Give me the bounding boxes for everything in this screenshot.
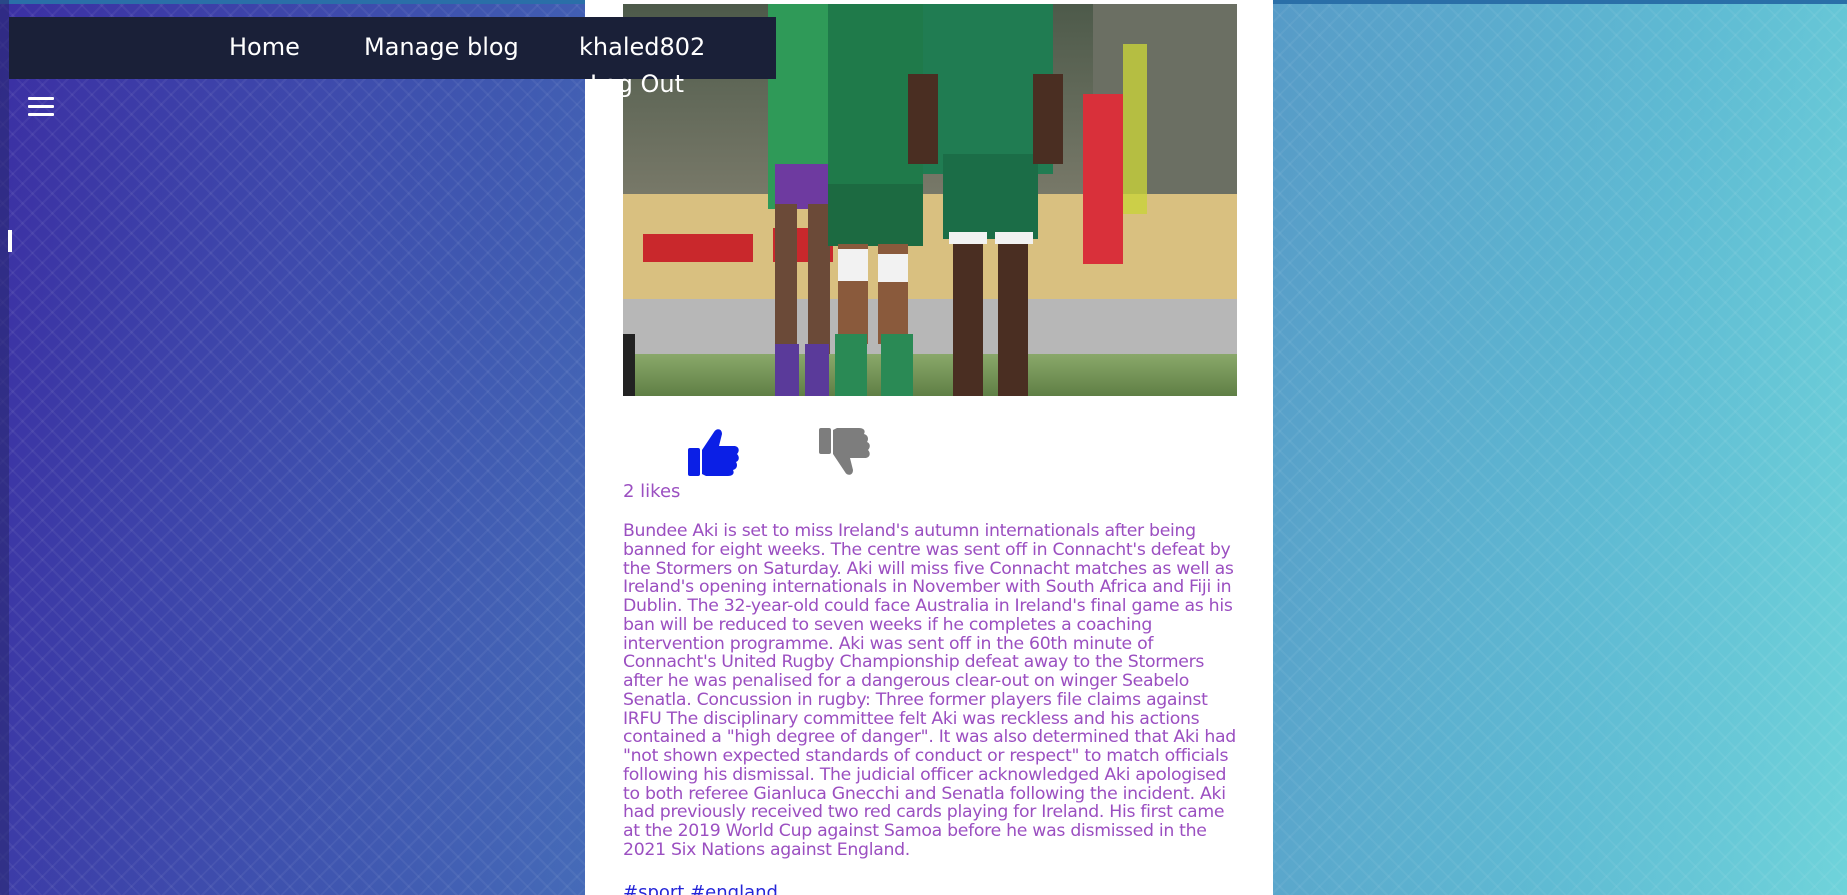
tag-england-link[interactable]: #england xyxy=(690,882,778,895)
like-button[interactable] xyxy=(686,426,740,478)
left-edge-bar xyxy=(0,0,9,895)
post-body-text: Bundee Aki is set to miss Ireland's autu… xyxy=(623,521,1236,860)
left-edge-marker xyxy=(8,230,12,252)
thumbs-up-icon xyxy=(688,429,739,476)
blog-post-card: 2 likes Bundee Aki is set to miss Irelan… xyxy=(585,0,1273,895)
post-tags: #sport #england xyxy=(623,882,778,895)
nav-manage-blog-link[interactable]: Manage blog xyxy=(364,33,519,61)
tag-sport-link[interactable]: #sport xyxy=(623,882,684,895)
dislike-button[interactable] xyxy=(817,426,871,478)
likes-count: 2 likes xyxy=(623,481,681,502)
hamburger-menu-icon[interactable] xyxy=(28,97,54,117)
nav-user-link[interactable]: khaled802 xyxy=(579,33,705,61)
logout-link[interactable]: Log Out xyxy=(590,70,684,98)
nav-home-link[interactable]: Home xyxy=(229,33,300,61)
thumbs-down-icon xyxy=(819,428,870,475)
